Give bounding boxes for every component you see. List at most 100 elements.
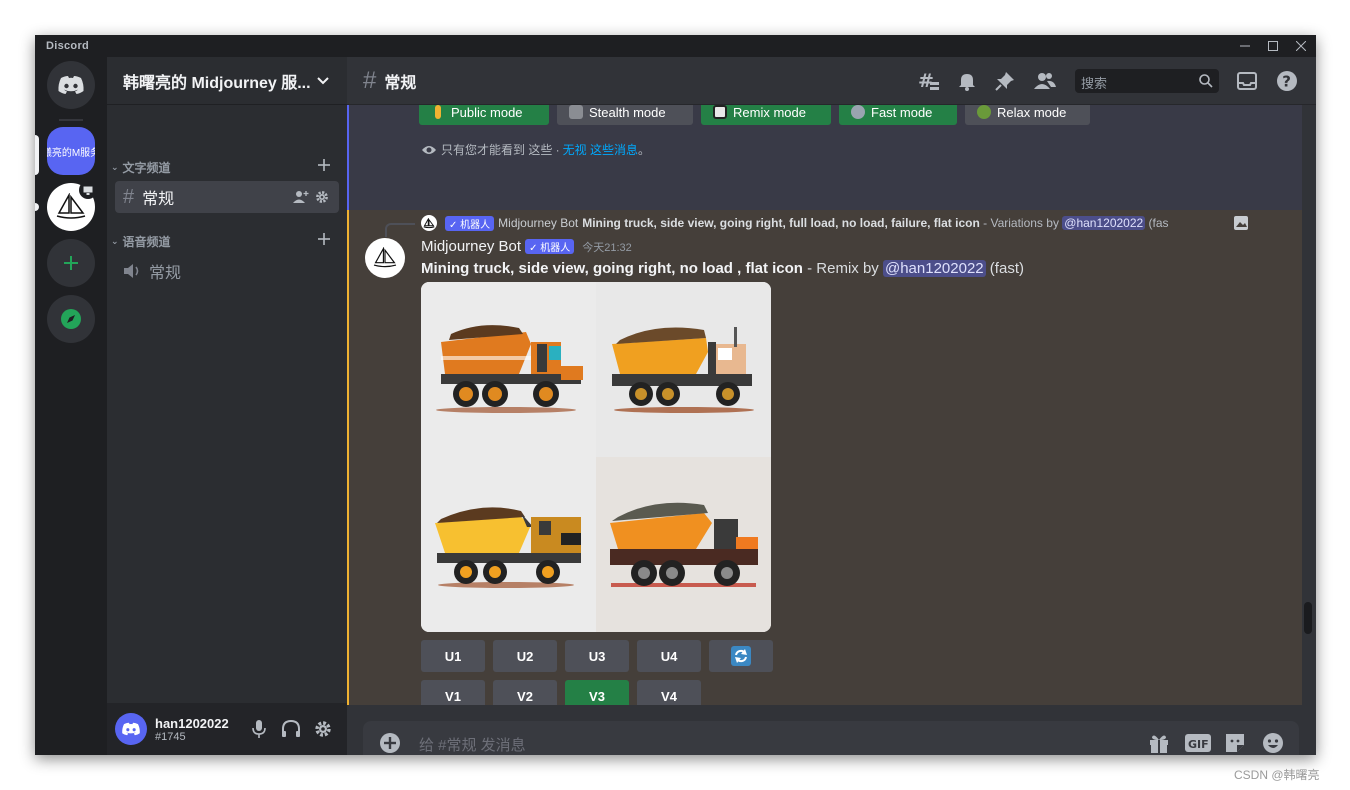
ephemeral-notice: 只有您才能看到 这些 · 无视 这些消息 。 (421, 141, 650, 158)
add-server-button[interactable] (47, 239, 95, 287)
dismiss-messages-link[interactable]: 无视 这些消息 (563, 141, 638, 158)
gif-button[interactable]: GIF (1185, 731, 1211, 755)
inbox-icon (1237, 72, 1257, 90)
public-mode-button[interactable]: Public mode (419, 105, 549, 125)
scrollbar-thumb[interactable] (1304, 602, 1312, 634)
reroll-button[interactable] (709, 640, 773, 672)
chat-main: # 常规 # 搜索 ? Public mode Stealth mode Rem… (347, 57, 1316, 755)
midjourney-sail-icon (423, 217, 435, 228)
microphone-icon[interactable] (251, 719, 267, 739)
category-voice-channels[interactable]: ⌄ 语音频道 (111, 233, 339, 250)
reply-author: Midjourney Bot (498, 216, 579, 230)
gift-icon (1150, 735, 1168, 753)
member-list-button[interactable] (1033, 69, 1057, 93)
upscale-2-button[interactable]: U2 (493, 640, 557, 672)
reply-reference[interactable]: ✓ 机器人 Midjourney Bot Mining truck, side … (421, 215, 1301, 231)
avatar[interactable] (115, 713, 147, 745)
chevron-icon: ⌄ (111, 162, 119, 172)
add-channel-icon[interactable] (317, 158, 331, 172)
inbox-button[interactable] (1235, 69, 1259, 93)
pinned-messages-button[interactable] (993, 69, 1017, 93)
user-info[interactable]: han1202022 #1745 (155, 716, 229, 743)
app-title: Discord (46, 40, 90, 52)
variation-4-button[interactable]: V4 (637, 680, 701, 705)
bell-icon (959, 74, 975, 91)
compass-icon (61, 309, 81, 329)
variation-2-button[interactable]: V2 (493, 680, 557, 705)
speaker-icon (124, 264, 139, 278)
search-icon (1199, 74, 1213, 88)
eye-icon (422, 145, 436, 154)
user-mention[interactable]: @han1202022 (882, 260, 986, 277)
server-header[interactable]: 韩曙亮的 Midjourney 服... (107, 57, 347, 105)
message-header: Midjourney Bot ✓ 机器人 今天21:32 (421, 238, 632, 255)
variation-3-button[interactable]: V3 (565, 680, 629, 705)
grid-image-3 (421, 457, 596, 632)
server-midjourney[interactable] (47, 181, 97, 231)
dump-truck-image-2 (612, 327, 754, 413)
button-label: Stealth mode (589, 105, 666, 120)
message-composer[interactable]: 给 #常规 发消息 GIF (363, 721, 1299, 755)
upscale-4-button[interactable]: U4 (637, 640, 701, 672)
add-attachment-icon[interactable] (379, 732, 401, 754)
relax-mode-button[interactable]: Relax mode (965, 105, 1090, 125)
plus-icon (64, 256, 78, 270)
minimize-icon (1240, 45, 1250, 47)
turtle-emoji-icon (977, 105, 991, 119)
gift-button[interactable] (1147, 731, 1171, 755)
user-tag: #1745 (155, 730, 186, 743)
server-hanshuliang[interactable]: 曦亮的M服务 (47, 127, 95, 175)
upscale-3-button[interactable]: U3 (565, 640, 629, 672)
reply-avatar (421, 215, 437, 231)
help-icon: ? (1277, 71, 1297, 91)
user-panel: han1202022 #1745 (107, 703, 347, 755)
image-grid-attachment[interactable] (421, 282, 771, 632)
channel-title: 常规 (384, 74, 417, 92)
minimize-button[interactable] (1231, 35, 1259, 57)
gif-icon: GIF (1185, 734, 1211, 752)
remix-suffix: - Remix by (802, 260, 883, 277)
close-button[interactable] (1287, 35, 1315, 57)
mixer-emoji-icon (713, 105, 727, 119)
upscale-1-button[interactable]: U1 (421, 640, 485, 672)
user-settings-gear-icon[interactable] (314, 720, 332, 738)
button-label: Public mode (451, 105, 523, 120)
screen-share-badge (79, 181, 97, 199)
help-button[interactable]: ? (1275, 69, 1299, 93)
sticker-button[interactable] (1223, 731, 1247, 755)
notifications-button[interactable] (955, 69, 979, 93)
pin-icon (995, 72, 1014, 91)
search-input[interactable]: 搜索 (1075, 69, 1219, 93)
maximize-button[interactable] (1259, 35, 1287, 57)
watermark: CSDN @韩曙亮 (1234, 768, 1320, 782)
close-icon (1296, 41, 1306, 51)
members-icon (1034, 73, 1056, 89)
grid-image-2 (596, 282, 771, 457)
remix-mode-button[interactable]: Remix mode (701, 105, 831, 125)
reply-mention[interactable]: @han1202022 (1062, 216, 1146, 230)
emoji-button[interactable] (1261, 731, 1285, 755)
channel-general-voice[interactable]: 常规 (115, 255, 339, 287)
home-button[interactable] (47, 61, 95, 109)
gear-icon[interactable] (315, 190, 329, 204)
channel-label: 常规 (149, 265, 182, 282)
headphones-icon[interactable] (281, 719, 301, 739)
grid-image-1 (421, 282, 596, 457)
channel-general-text[interactable]: # 常规 (115, 181, 339, 213)
person-emoji-icon (435, 105, 441, 119)
variation-1-button[interactable]: V1 (421, 680, 485, 705)
dump-truck-image-1 (436, 325, 583, 413)
author-name[interactable]: Midjourney Bot (421, 238, 521, 255)
stealth-mode-button[interactable]: Stealth mode (557, 105, 693, 125)
add-channel-icon[interactable] (317, 232, 331, 246)
fast-mode-button[interactable]: Fast mode (839, 105, 957, 125)
bot-avatar[interactable] (365, 238, 405, 278)
refresh-icon (731, 646, 751, 666)
category-text-channels[interactable]: ⌄ 文字频道 (111, 159, 339, 176)
composer-placeholder: 给 #常规 发消息 (419, 737, 526, 754)
invite-member-icon[interactable] (293, 190, 309, 204)
explore-servers-button[interactable] (47, 295, 95, 343)
midjourney-sail-icon (373, 247, 397, 268)
dump-truck-image-4 (610, 502, 758, 587)
threads-button[interactable]: # (917, 69, 941, 93)
